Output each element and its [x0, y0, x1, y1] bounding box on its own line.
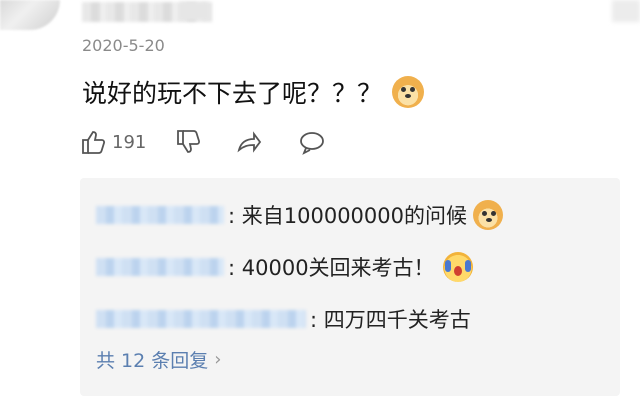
surprised-face-icon — [442, 252, 473, 282]
comment-text: 说好的玩不下去了呢？？？ — [82, 79, 383, 108]
reply-item[interactable]: : 四万四千关考古 — [96, 304, 471, 334]
reply-text: : 四万四千关考古 — [310, 308, 471, 332]
reply-text: : 来自100000000的问候 — [228, 204, 467, 228]
reply-item[interactable]: : 来自100000000的问候 — [96, 200, 503, 230]
user-badge-blurred — [180, 2, 208, 20]
comment-actions: 191 — [80, 128, 620, 158]
reply-username-blurred[interactable] — [96, 206, 224, 224]
share-button[interactable] — [235, 128, 263, 156]
like-count: 191 — [112, 131, 147, 153]
comment-bubble-icon — [300, 132, 324, 155]
doge-icon — [392, 76, 425, 108]
reply-thread: : 来自100000000的问候 : 40000关回来考古！ : 四万四千关考古… — [80, 178, 620, 396]
reply-button[interactable] — [298, 128, 326, 156]
doge-icon — [473, 200, 503, 230]
comment-timestamp: 2020-5-20 — [82, 36, 165, 55]
like-button[interactable]: 191 — [80, 128, 146, 156]
share-icon — [237, 131, 262, 153]
dislike-button[interactable] — [175, 128, 203, 156]
avatar[interactable] — [0, 0, 60, 30]
view-all-replies-link[interactable]: 共 12 条回复 › — [96, 346, 221, 373]
thumbs-up-icon — [82, 131, 106, 154]
reply-username-blurred[interactable] — [96, 310, 306, 328]
comment-body: 说好的玩不下去了呢？？？ — [82, 74, 425, 110]
chevron-right-icon: › — [214, 349, 222, 370]
thumbs-down-icon — [177, 130, 201, 153]
reply-username-blurred[interactable] — [96, 258, 224, 276]
reply-text: : 40000关回来考古！ — [228, 256, 435, 280]
reply-count-label: 共 12 条回复 — [96, 350, 209, 372]
more-options-blurred[interactable] — [612, 0, 640, 22]
reply-item[interactable]: : 40000关回来考古！ — [96, 252, 473, 282]
